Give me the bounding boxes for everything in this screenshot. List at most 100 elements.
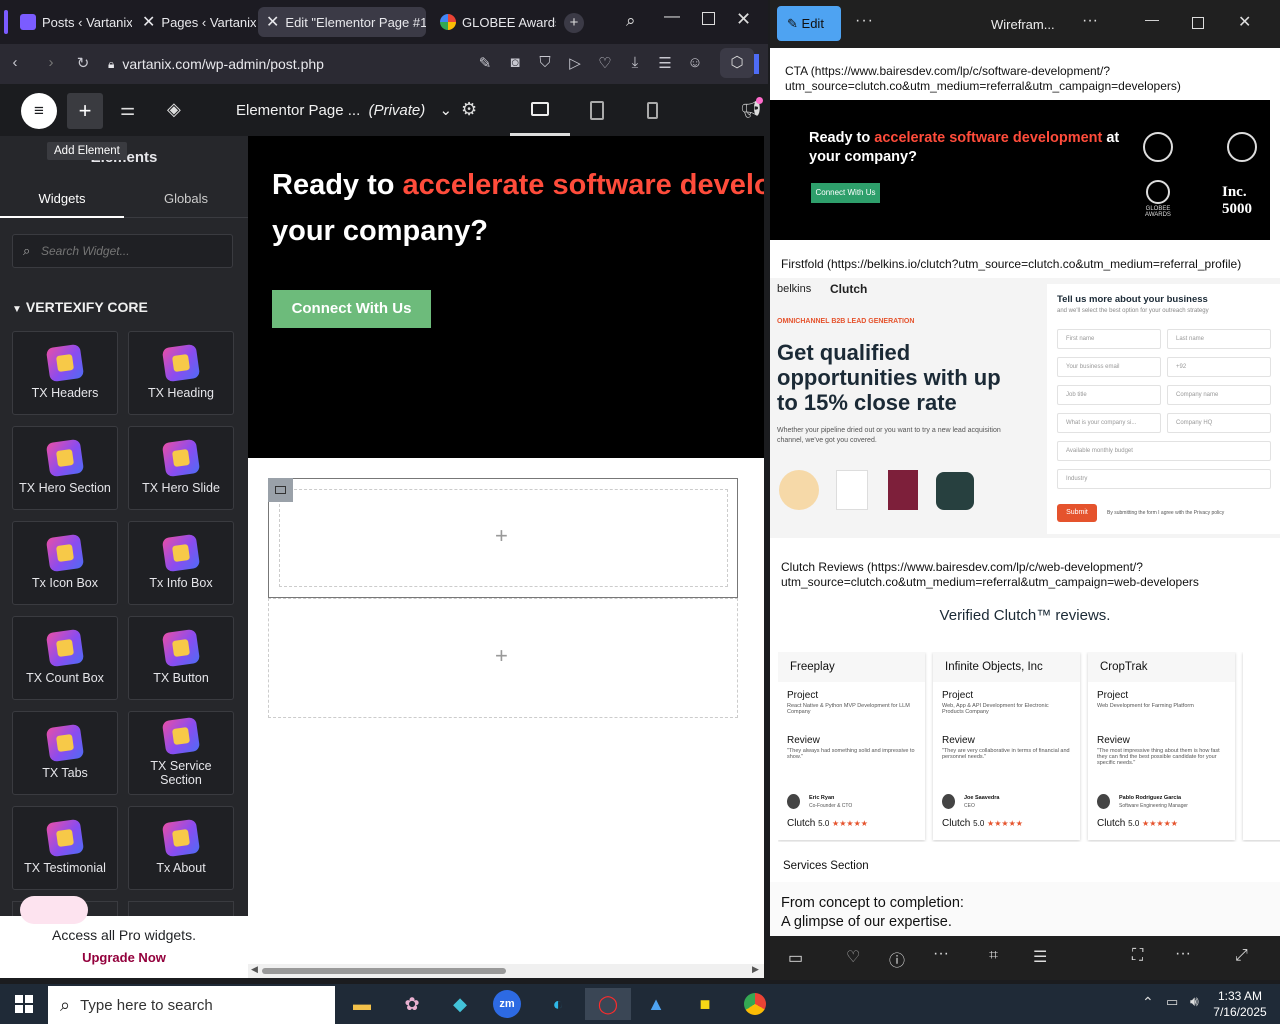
- widget-card[interactable]: TX Tabs: [12, 711, 118, 795]
- empty-section-selected[interactable]: +: [268, 478, 738, 598]
- scroll-right-icon[interactable]: ▶: [752, 964, 759, 975]
- promo-text: Access all Pro widgets.: [52, 927, 196, 943]
- elementor-logo[interactable]: ≡: [21, 93, 57, 129]
- info-icon[interactable]: ⓘ: [889, 947, 905, 971]
- more-options-icon[interactable]: ···: [933, 945, 949, 963]
- close-window-button[interactable]: ✕: [736, 9, 751, 30]
- hero-heading[interactable]: Ready to accelerate software developr: [272, 169, 764, 202]
- widget-card[interactable]: TX Headers: [12, 331, 118, 415]
- more-icon[interactable]: ···: [1175, 945, 1191, 963]
- file-explorer-icon[interactable]: ▬: [345, 988, 379, 1020]
- photos-icon[interactable]: ▲: [639, 988, 673, 1020]
- play-icon[interactable]: ▷: [564, 54, 586, 72]
- tab-globals[interactable]: Globals: [124, 183, 248, 218]
- search-widget-input[interactable]: [41, 241, 221, 261]
- network-icon[interactable]: ▭: [1166, 994, 1178, 1010]
- search-icon: ⌕: [60, 994, 71, 1015]
- page-settings-gear-icon[interactable]: ⚙: [461, 99, 477, 120]
- filmstrip-icon[interactable]: ▭: [788, 948, 803, 968]
- mobile-icon[interactable]: [647, 102, 658, 119]
- connect-button[interactable]: Connect With Us: [272, 290, 431, 328]
- download-icon[interactable]: ⤓: [624, 54, 646, 72]
- menu-icon[interactable]: ☰: [654, 54, 676, 72]
- tab-globee[interactable]: GLOBEE Awards I: [432, 7, 556, 37]
- widget-card[interactable]: TX Hero Section: [12, 426, 118, 510]
- form-field: Company name: [1167, 385, 1271, 405]
- maximize-button[interactable]: [1192, 17, 1204, 29]
- close-icon[interactable]: ✕: [266, 12, 279, 32]
- fullscreen-icon[interactable]: ⤢: [1235, 947, 1248, 965]
- camera-icon[interactable]: ◙: [504, 54, 526, 72]
- volume-icon[interactable]: 🔊︎: [1190, 993, 1199, 1010]
- reload-icon[interactable]: ↻: [72, 54, 94, 72]
- widget-label: TX Testimonial: [24, 861, 106, 875]
- page-title[interactable]: Elementor Page ... (Private) ⌄: [236, 101, 452, 119]
- fit-icon[interactable]: ⛶: [1132, 947, 1143, 965]
- close-icon[interactable]: ✕: [142, 12, 155, 32]
- chrome-icon[interactable]: [738, 988, 772, 1020]
- form-sub: and we'll select the best option for you…: [1057, 308, 1209, 314]
- widget-card[interactable]: Tx Icon Box: [12, 521, 118, 605]
- edge-icon[interactable]: ◐: [541, 988, 575, 1020]
- sticky-notes-icon[interactable]: ■: [688, 988, 722, 1020]
- maximize-button[interactable]: [702, 12, 715, 25]
- windows-start-icon[interactable]: [15, 995, 33, 1013]
- upgrade-link[interactable]: Upgrade Now: [0, 950, 248, 965]
- tray-chevron-icon[interactable]: ⌃: [1142, 994, 1154, 1011]
- section-handle[interactable]: [268, 478, 293, 502]
- scan-icon[interactable]: ⌗: [989, 947, 998, 965]
- tab-widgets[interactable]: Widgets: [0, 183, 124, 218]
- scrollbar-thumb[interactable]: [262, 968, 506, 974]
- shield-icon[interactable]: ⛉: [534, 54, 556, 72]
- stars-icon: ★★★★★: [1142, 819, 1178, 828]
- new-tab-button[interactable]: +: [564, 13, 584, 33]
- app-diamond-icon[interactable]: ◆: [443, 988, 477, 1020]
- scroll-left-icon[interactable]: ◀: [251, 964, 258, 975]
- category-header[interactable]: ▼ VERTEXIFY CORE: [12, 299, 148, 315]
- add-element-button[interactable]: +: [67, 93, 103, 129]
- heart-icon[interactable]: ♡: [594, 54, 616, 72]
- widget-label: TX Heading: [147, 386, 214, 400]
- favorite-icon[interactable]: ♡: [846, 947, 860, 967]
- widget-card[interactable]: TX Hero Slide: [128, 426, 234, 510]
- add-section-icon[interactable]: +: [495, 643, 508, 669]
- forward-icon[interactable]: ›: [40, 54, 62, 71]
- horizontal-scrollbar[interactable]: ◀ ▶: [248, 964, 764, 978]
- layers-icon[interactable]: ◈: [167, 99, 181, 120]
- widget-search[interactable]: ⌕: [12, 234, 233, 268]
- tab-posts[interactable]: Posts ‹ Vartanix —: [12, 7, 132, 37]
- title-more-icon[interactable]: ···: [1082, 12, 1098, 30]
- widget-card[interactable]: Tx Info Box: [128, 521, 234, 605]
- search-tabs-icon[interactable]: ⌕: [626, 11, 636, 31]
- more-icon[interactable]: ···: [855, 12, 874, 30]
- opera-icon[interactable]: ◯: [585, 988, 631, 1020]
- clock[interactable]: 1:33 AM 7/16/2025: [1212, 988, 1268, 1020]
- add-inside-icon[interactable]: +: [495, 523, 508, 549]
- settings-sliders-icon[interactable]: ⚌: [120, 100, 135, 120]
- zoom-icon[interactable]: zm: [493, 990, 521, 1018]
- widget-card[interactable]: TX Button: [128, 616, 234, 700]
- tab-edit-elementor[interactable]: ✕ Edit "Elementor Page #10: [258, 7, 426, 37]
- widget-card[interactable]: TX Heading: [128, 331, 234, 415]
- extension-cube-icon[interactable]: ⬡: [720, 48, 754, 78]
- review-card: Infinite Objects, Inc Project Web, App & A…: [933, 652, 1080, 840]
- taskbar-search[interactable]: ⌕ Type here to search: [48, 986, 335, 1024]
- edit-button[interactable]: ✎ Edit: [777, 6, 841, 41]
- minimize-button[interactable]: —: [1145, 11, 1159, 27]
- text-scan-icon[interactable]: ☰: [1033, 947, 1047, 967]
- edit-icon[interactable]: ✎: [474, 54, 496, 72]
- paint-icon[interactable]: ✿: [395, 988, 429, 1020]
- back-icon[interactable]: ‹: [4, 54, 26, 71]
- close-button[interactable]: ✕: [1238, 12, 1251, 32]
- minimize-button[interactable]: —: [664, 8, 680, 26]
- profile-icon[interactable]: ☺: [684, 54, 706, 72]
- widget-card[interactable]: TX Count Box: [12, 616, 118, 700]
- widget-card[interactable]: Tx About: [128, 806, 234, 890]
- widget-card[interactable]: TX Service Section: [128, 711, 234, 795]
- device-desktop[interactable]: [510, 90, 570, 136]
- add-new-section[interactable]: +: [268, 598, 738, 718]
- widget-card[interactable]: TX Testimonial: [12, 806, 118, 890]
- hero-section[interactable]: Ready to accelerate software developr yo…: [248, 136, 764, 458]
- tablet-icon[interactable]: [590, 101, 604, 120]
- tab-pages[interactable]: ✕ Pages ‹ Vartanix —: [134, 7, 256, 37]
